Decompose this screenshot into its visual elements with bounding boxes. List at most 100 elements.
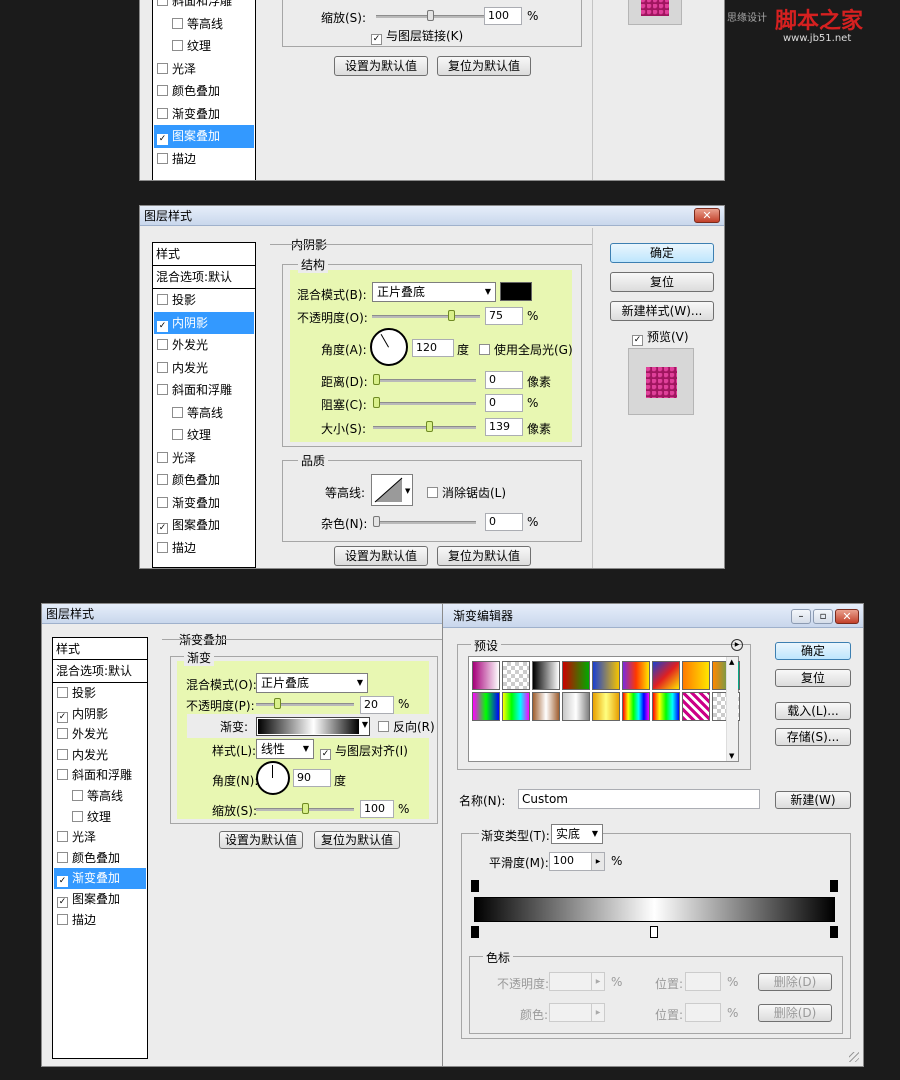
style-list-item[interactable]: 斜面和浮雕: [54, 765, 146, 786]
blend-mode-select[interactable]: 正片叠底 ▼: [256, 673, 368, 693]
style-list-item[interactable]: 外发光: [54, 724, 146, 745]
checkbox[interactable]: [72, 810, 83, 822]
close-button[interactable]: ✕: [694, 208, 720, 223]
style-list-item[interactable]: 斜面和浮雕: [154, 0, 254, 13]
color-stop-middle[interactable]: [650, 926, 658, 938]
reset-default-button[interactable]: 复位为默认值: [437, 546, 531, 566]
style-list-item[interactable]: 等高线: [154, 13, 254, 36]
preview-checkbox[interactable]: ✓ 预览(V): [632, 328, 689, 346]
gradient-preset-swatch[interactable]: [652, 692, 680, 721]
checkbox[interactable]: [157, 384, 168, 395]
style-list-item[interactable]: 光泽: [154, 58, 254, 81]
style-list-item[interactable]: 纹理: [154, 35, 254, 58]
opacity-stop-left[interactable]: [471, 880, 479, 892]
style-list-item[interactable]: 描边: [154, 148, 254, 171]
style-list-item[interactable]: 渐变叠加: [154, 103, 254, 126]
align-with-layer-check[interactable]: ✓: [320, 749, 331, 760]
resize-grip-icon[interactable]: [849, 1052, 859, 1062]
smoothness-input[interactable]: 100 ▶: [549, 852, 605, 871]
maximize-button[interactable]: ▫: [813, 609, 833, 624]
style-list-item[interactable]: 颜色叠加: [54, 848, 146, 869]
set-default-button[interactable]: 设置为默认值: [219, 831, 303, 849]
gradient-preset-swatch[interactable]: [532, 661, 560, 690]
global-light-check[interactable]: [479, 344, 490, 355]
opacity-slider[interactable]: [372, 310, 480, 321]
checkbox[interactable]: ✓: [57, 876, 68, 888]
style-list-item[interactable]: 光泽: [154, 447, 254, 470]
contour-picker[interactable]: ▼: [371, 474, 413, 506]
delete-opacity-stop-button[interactable]: 删除(D): [758, 973, 832, 991]
stop-opacity-input[interactable]: ▶: [549, 972, 605, 991]
checkbox[interactable]: [157, 541, 168, 553]
blending-options-header[interactable]: 混合选项:默认: [53, 660, 147, 683]
gradient-preset-swatch[interactable]: [562, 661, 590, 690]
styles-header[interactable]: 样式: [153, 243, 255, 266]
global-light-checkbox[interactable]: 使用全局光(G): [479, 341, 573, 358]
preview-check[interactable]: ✓: [632, 335, 643, 346]
style-list-item[interactable]: 内发光: [54, 745, 146, 766]
gradient-preset-swatch[interactable]: [682, 692, 710, 721]
checkbox[interactable]: [172, 429, 183, 440]
gradient-preset-swatch[interactable]: [622, 661, 650, 690]
checkbox[interactable]: [157, 0, 168, 6]
checkbox[interactable]: [157, 474, 168, 485]
shadow-color-swatch[interactable]: [500, 282, 532, 301]
set-default-button[interactable]: 设置为默认值: [334, 56, 428, 76]
checkbox[interactable]: ✓: [57, 897, 68, 908]
size-slider[interactable]: [373, 421, 476, 432]
ok-button[interactable]: 确定: [610, 243, 714, 263]
checkbox[interactable]: [157, 62, 168, 74]
style-list-item[interactable]: ✓ 图案叠加: [54, 889, 146, 910]
stop-opacity-location-input[interactable]: [685, 972, 721, 991]
checkbox[interactable]: [157, 294, 168, 305]
checkbox[interactable]: [57, 728, 68, 740]
blend-mode-select[interactable]: 正片叠底 ▼: [372, 282, 496, 302]
style-list-item[interactable]: 内发光: [154, 357, 254, 380]
angle-input[interactable]: 90: [293, 769, 331, 787]
ok-button[interactable]: 确定: [775, 642, 851, 660]
checkbox[interactable]: ✓: [157, 523, 168, 534]
gradient-preset-swatch[interactable]: [592, 692, 620, 721]
style-list-item[interactable]: ✓ 图案叠加: [154, 125, 254, 148]
gradient-preset-swatch[interactable]: [502, 661, 530, 690]
antialias-checkbox[interactable]: 消除锯齿(L): [427, 484, 506, 501]
style-list-item[interactable]: ✓ 渐变叠加: [54, 868, 146, 889]
gradient-style-select[interactable]: 线性 ▼: [256, 739, 314, 759]
choke-slider[interactable]: [373, 397, 476, 408]
opacity-slider-thumb[interactable]: [274, 698, 281, 709]
gradient-preset-swatch[interactable]: [592, 661, 620, 690]
distance-slider[interactable]: [373, 374, 476, 385]
reset-button[interactable]: 复位: [775, 669, 851, 687]
delete-color-stop-button[interactable]: 删除(D): [758, 1004, 832, 1022]
presets-menu-icon[interactable]: ▶: [731, 639, 743, 651]
opacity-slider-thumb[interactable]: [448, 310, 455, 321]
choke-input[interactable]: 0: [485, 394, 523, 412]
checkbox[interactable]: [72, 790, 83, 801]
link-with-layer-checkbox[interactable]: ✓ 与图层链接(K): [371, 27, 463, 45]
scroll-up-icon[interactable]: ▲: [729, 658, 734, 666]
gradient-preset-swatch[interactable]: [532, 692, 560, 721]
set-default-button[interactable]: 设置为默认值: [334, 546, 428, 566]
checkbox[interactable]: [57, 851, 68, 863]
angle-dial[interactable]: [256, 761, 290, 795]
checkbox[interactable]: [157, 339, 168, 350]
stop-color-swatch[interactable]: ▶: [549, 1003, 605, 1022]
noise-slider[interactable]: [373, 516, 476, 527]
gradient-preset-swatch[interactable]: [562, 692, 590, 721]
style-list-item[interactable]: 描边: [154, 537, 254, 560]
checkbox[interactable]: [57, 769, 68, 781]
checkbox[interactable]: ✓: [157, 134, 168, 145]
noise-input[interactable]: 0: [485, 513, 523, 531]
checkbox[interactable]: [172, 406, 183, 418]
checkbox[interactable]: [157, 85, 168, 96]
reset-default-button[interactable]: 复位为默认值: [437, 56, 531, 76]
scale-input[interactable]: 100: [484, 7, 522, 25]
gradient-type-select[interactable]: 实底 ▼: [551, 824, 603, 844]
gradient-preset-swatch[interactable]: [652, 661, 680, 690]
color-stop-right[interactable]: [830, 926, 838, 938]
reverse-check[interactable]: [378, 721, 389, 732]
checkbox[interactable]: [157, 496, 168, 508]
color-stop-left[interactable]: [471, 926, 479, 938]
style-list-item[interactable]: 等高线: [154, 402, 254, 425]
gradient-preset-swatch[interactable]: [472, 661, 500, 690]
